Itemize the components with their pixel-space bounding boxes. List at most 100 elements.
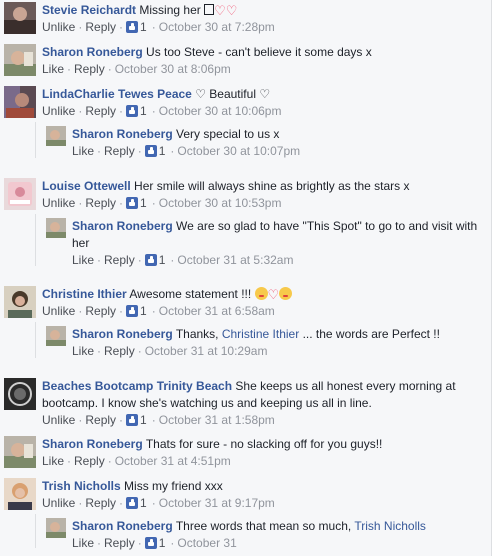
timestamp[interactable]: October 31 at 5:32am <box>177 253 293 267</box>
reply-link[interactable]: Reply <box>85 304 116 318</box>
comment: Trish Nicholls Miss my friend xxx Unlike… <box>0 478 491 514</box>
reply-link[interactable]: Reply <box>85 496 116 510</box>
comment-text-after: ... the words are Perfect !! <box>302 327 440 341</box>
author-name[interactable]: Sharon Roneberg <box>72 127 173 141</box>
avatar[interactable] <box>46 326 66 346</box>
like-link[interactable]: Like <box>72 344 94 358</box>
timestamp[interactable]: October 30 at 7:28pm <box>159 20 275 34</box>
reply-link[interactable]: Reply <box>74 454 105 468</box>
thread-line <box>35 322 36 358</box>
author-name[interactable]: Sharon Roneberg <box>42 437 143 451</box>
thread-line <box>35 214 36 266</box>
timestamp[interactable]: October 31 at 9:17pm <box>159 496 275 510</box>
reply-link[interactable]: Reply <box>85 104 116 118</box>
like-count[interactable]: 1 <box>159 536 166 550</box>
unlike-link[interactable]: Unlike <box>42 20 75 34</box>
avatar[interactable] <box>4 178 36 210</box>
avatar[interactable] <box>46 218 66 238</box>
reply-comment: Sharon Roneberg We are so glad to have "… <box>0 214 491 274</box>
author-name[interactable]: Sharon Roneberg <box>72 219 173 233</box>
box-icon <box>204 4 215 15</box>
reply-link[interactable]: Reply <box>85 413 116 427</box>
like-icon[interactable] <box>126 497 139 509</box>
like-count[interactable]: 1 <box>140 196 147 210</box>
like-link[interactable]: Like <box>42 454 64 468</box>
like-count[interactable]: 1 <box>140 104 147 118</box>
comment-text: Her smile will always shine as brightly … <box>134 179 410 193</box>
avatar[interactable] <box>4 436 36 468</box>
like-icon[interactable] <box>126 197 139 209</box>
author-name[interactable]: Louise Ottewell <box>42 179 131 193</box>
unlike-link[interactable]: Unlike <box>42 413 75 427</box>
comment-text: Three words that mean so much, <box>175 519 352 533</box>
like-icon[interactable] <box>126 21 139 33</box>
avatar[interactable] <box>46 126 66 146</box>
like-count[interactable]: 1 <box>140 304 147 318</box>
author-name[interactable]: Trish Nicholls <box>42 479 121 493</box>
avatar[interactable] <box>4 478 36 510</box>
author-name[interactable]: Sharon Roneberg <box>42 45 143 59</box>
avatar[interactable] <box>4 44 36 76</box>
mention-link[interactable]: Trish Nicholls <box>354 519 426 533</box>
unlike-link[interactable]: Unlike <box>42 496 75 510</box>
avatar[interactable] <box>46 518 66 538</box>
reply-link[interactable]: Reply <box>104 344 135 358</box>
avatar[interactable] <box>4 286 36 318</box>
timestamp[interactable]: October 30 at 10:53pm <box>159 196 282 210</box>
author-name[interactable]: LindaCharlie Tewes Peace <box>42 87 192 101</box>
like-icon[interactable] <box>144 537 157 549</box>
reply-link[interactable]: Reply <box>85 20 116 34</box>
like-icon[interactable] <box>126 105 139 117</box>
reply-link[interactable]: Reply <box>85 196 116 210</box>
author-name[interactable]: Sharon Roneberg <box>72 327 173 341</box>
like-icon[interactable] <box>126 305 139 317</box>
comment: Stevie Reichardt Missing her ♡♡ Unlike · R… <box>0 2 491 42</box>
comment-text-before: Thanks, <box>175 327 219 341</box>
comment-text: Awesome statement !!! <box>129 287 252 301</box>
reply-link[interactable]: Reply <box>104 144 135 158</box>
author-name[interactable]: Beaches Bootcamp Trinity Beach <box>42 379 232 393</box>
avatar[interactable] <box>4 378 36 410</box>
like-count[interactable]: 1 <box>159 144 166 158</box>
kiss-face-icon <box>254 287 268 300</box>
timestamp[interactable]: October 30 at 8:06pm <box>115 62 231 76</box>
like-count[interactable]: 1 <box>140 413 147 427</box>
like-link[interactable]: Like <box>72 253 94 267</box>
reply-link[interactable]: Reply <box>74 62 105 76</box>
like-link[interactable]: Like <box>42 62 64 76</box>
comment: Sharon Roneberg Us too Steve - can't bel… <box>0 44 491 84</box>
like-icon[interactable] <box>144 254 157 266</box>
like-link[interactable]: Like <box>72 536 94 550</box>
author-name[interactable]: Sharon Roneberg <box>72 519 173 533</box>
like-icon[interactable] <box>126 414 139 426</box>
comments-panel: Stevie Reichardt Missing her ♡♡ Unlike · R… <box>0 0 492 556</box>
timestamp[interactable]: October 30 at 10:07pm <box>177 144 300 158</box>
unlike-link[interactable]: Unlike <box>42 196 75 210</box>
comment-text: ♡ Beautiful ♡ <box>195 87 271 101</box>
reply-link[interactable]: Reply <box>104 253 135 267</box>
timestamp[interactable]: October 31 at 4:51pm <box>115 454 231 468</box>
timestamp[interactable]: October 31 at 10:29am <box>145 344 268 358</box>
heart-icon: ♡ <box>214 3 226 18</box>
mention-link[interactable]: Christine Ithier <box>222 327 299 341</box>
reply-link[interactable]: Reply <box>104 536 135 550</box>
author-name[interactable]: Christine Ithier <box>42 287 127 301</box>
like-count[interactable]: 1 <box>159 253 166 267</box>
unlike-link[interactable]: Unlike <box>42 304 75 318</box>
comment: Beaches Bootcamp Trinity Beach She keeps… <box>0 378 491 430</box>
thread-line <box>35 122 36 158</box>
author-name[interactable]: Stevie Reichardt <box>42 3 136 17</box>
unlike-link[interactable]: Unlike <box>42 104 75 118</box>
timestamp[interactable]: October 31 <box>177 536 236 550</box>
avatar[interactable] <box>4 2 36 34</box>
comment-text: Us too Steve - can't believe it some day… <box>146 45 372 59</box>
like-link[interactable]: Like <box>72 144 94 158</box>
timestamp[interactable]: October 31 at 1:58pm <box>159 413 275 427</box>
avatar[interactable] <box>4 86 36 118</box>
timestamp[interactable]: October 31 at 6:58am <box>159 304 275 318</box>
timestamp[interactable]: October 30 at 10:06pm <box>159 104 282 118</box>
like-count[interactable]: 1 <box>140 496 147 510</box>
reply-comment: Sharon Roneberg Very special to us x Lik… <box>0 122 491 166</box>
like-icon[interactable] <box>144 145 157 157</box>
like-count[interactable]: 1 <box>140 20 147 34</box>
